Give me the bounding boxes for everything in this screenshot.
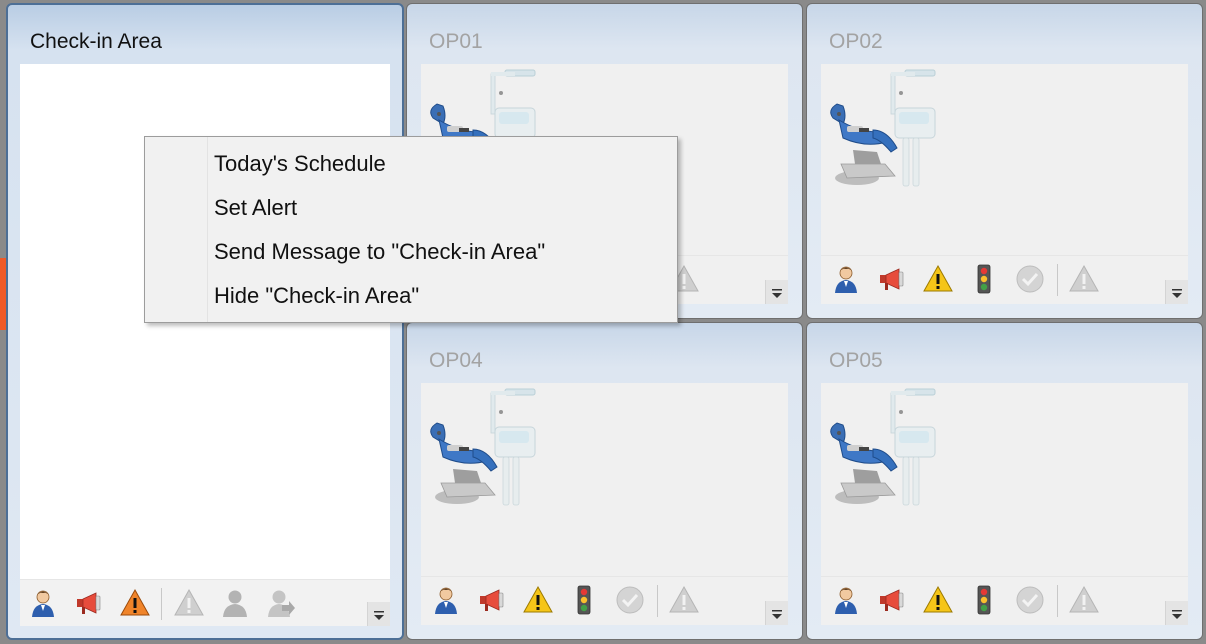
op04-body: [421, 383, 788, 625]
alert-icon[interactable]: [923, 585, 953, 615]
panel-toolbar: [421, 576, 788, 625]
panel-toolbar: [821, 576, 1188, 625]
toolbar-dropdown-button[interactable]: [765, 601, 788, 625]
toolbar-separator: [1057, 585, 1058, 617]
alert-disabled-icon: [1069, 264, 1099, 294]
person-transfer-disabled-icon: [266, 588, 296, 618]
megaphone-icon[interactable]: [477, 585, 507, 615]
dental-chair-icon: [825, 387, 945, 507]
traffic-light-icon[interactable]: [969, 264, 999, 294]
dental-chair-icon: [425, 387, 545, 507]
megaphone-icon[interactable]: [877, 264, 907, 294]
alert-icon[interactable]: [923, 264, 953, 294]
context-menu: Today's Schedule Set Alert Send Message …: [144, 136, 678, 323]
op02-body: [821, 64, 1188, 304]
dropdown-icon: [1166, 280, 1188, 304]
alert-disabled-icon: [1069, 585, 1099, 615]
panel-title: OP01: [429, 30, 483, 53]
check-circle-icon: [615, 585, 645, 615]
panel-title: Check-in Area: [30, 30, 162, 53]
dental-chair-icon: [825, 68, 945, 188]
op05-body: [821, 383, 1188, 625]
patient-icon[interactable]: [831, 585, 861, 615]
panel-title: OP02: [829, 30, 883, 53]
toolbar-dropdown-button[interactable]: [765, 280, 788, 304]
toolbar-dropdown-button[interactable]: [1165, 601, 1188, 625]
megaphone-icon[interactable]: [877, 585, 907, 615]
alert-disabled-icon: [174, 588, 204, 618]
op02-panel[interactable]: OP02: [806, 3, 1203, 319]
menu-item-send-message[interactable]: Send Message to "Check-in Area": [214, 232, 545, 272]
person-disabled-icon: [220, 588, 250, 618]
patient-icon[interactable]: [831, 264, 861, 294]
toolbar-separator: [161, 588, 162, 620]
traffic-light-icon[interactable]: [569, 585, 599, 615]
menu-item-set-alert[interactable]: Set Alert: [214, 188, 297, 228]
panel-title: OP05: [829, 349, 883, 372]
toolbar-dropdown-button[interactable]: [1165, 280, 1188, 304]
panel-toolbar: [20, 579, 390, 626]
dropdown-icon: [1166, 601, 1188, 625]
alert-disabled-icon: [669, 585, 699, 615]
check-circle-icon: [1015, 585, 1045, 615]
traffic-light-icon[interactable]: [969, 585, 999, 615]
op04-panel[interactable]: OP04: [406, 322, 803, 640]
dropdown-icon: [368, 602, 390, 626]
menu-icon-gutter: [145, 137, 208, 322]
toolbar-separator: [1057, 264, 1058, 296]
check-circle-icon: [1015, 264, 1045, 294]
panel-toolbar: [821, 255, 1188, 304]
toolbar-dropdown-button[interactable]: [367, 602, 390, 626]
alert-icon[interactable]: [523, 585, 553, 615]
alert-icon[interactable]: [120, 588, 150, 618]
dropdown-icon: [766, 601, 788, 625]
megaphone-icon[interactable]: [74, 588, 104, 618]
toolbar-separator: [657, 585, 658, 617]
menu-item-hide-area[interactable]: Hide "Check-in Area": [214, 276, 419, 316]
panel-title: OP04: [429, 349, 483, 372]
op05-panel[interactable]: OP05: [806, 322, 1203, 640]
patient-icon[interactable]: [28, 588, 58, 618]
patient-icon[interactable]: [431, 585, 461, 615]
dropdown-icon: [766, 280, 788, 304]
menu-item-todays-schedule[interactable]: Today's Schedule: [214, 144, 386, 184]
